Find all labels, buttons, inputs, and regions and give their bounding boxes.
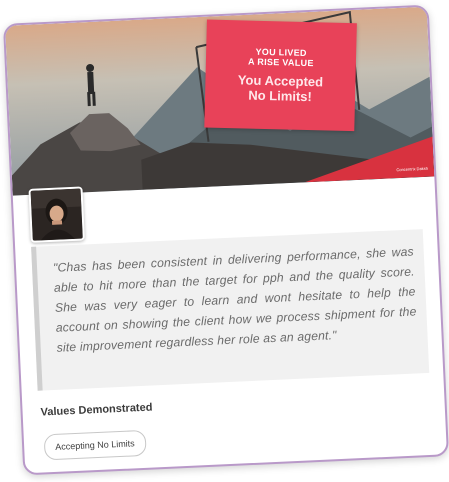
rise-value-sign: YOU LIVED A RISE VALUE You Accepted No L…	[204, 19, 357, 132]
values-demonstrated-heading: Values Demonstrated	[40, 401, 153, 419]
avatar[interactable]	[28, 186, 85, 243]
value-chip-accepting-no-limits[interactable]: Accepting No Limits	[43, 429, 147, 461]
sign-line-4: No Limits!	[248, 87, 313, 105]
recognition-quote: "Chas has been consistent in delivering …	[31, 229, 430, 391]
recognition-card: YOU LIVED A RISE VALUE You Accepted No L…	[2, 4, 449, 476]
quote-text: "Chas has been consistent in delivering …	[52, 244, 417, 355]
banner-image: YOU LIVED A RISE VALUE You Accepted No L…	[5, 6, 435, 196]
brand-logo-text: Concentrix Daksh	[396, 165, 429, 173]
page: YOU LIVED A RISE VALUE You Accepted No L…	[0, 0, 449, 482]
avatar-photo-icon	[30, 188, 83, 241]
